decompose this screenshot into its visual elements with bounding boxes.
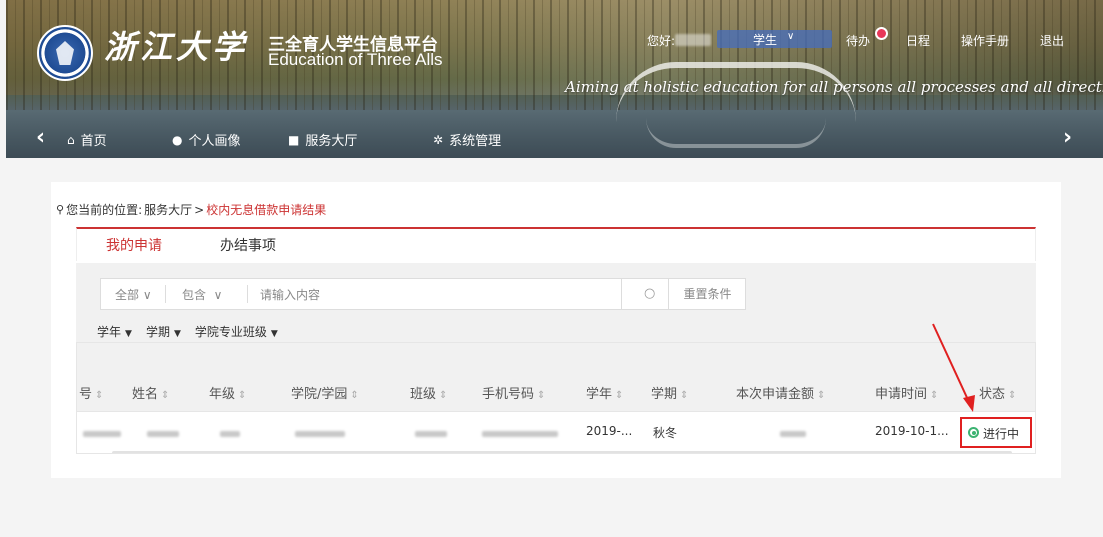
sort-icon: ⇕ — [680, 390, 689, 401]
col-amount[interactable]: 本次申请金额 ⇕ — [736, 383, 825, 402]
breadcrumb-prefix: 您当前的位置: — [66, 203, 143, 217]
user-icon: ● — [172, 132, 183, 147]
banner-slogan: Aiming at holistic education for all per… — [565, 78, 1103, 96]
divider — [621, 279, 622, 309]
filter-dropdowns: 学年 ▼ 学期 ▼ 学院专业班级 ▼ — [97, 323, 278, 340]
sort-icon: ⇕ — [238, 390, 247, 401]
tab-completed[interactable]: 办结事项 — [220, 235, 276, 255]
university-emblem-icon[interactable] — [37, 25, 93, 81]
tab-bar: 我的申请 办结事项 — [76, 227, 1036, 261]
col-phone[interactable]: 手机号码 ⇕ — [482, 383, 545, 402]
col-college[interactable]: 学院/学园 ⇕ — [291, 383, 359, 402]
cell-college-blurred — [295, 431, 345, 437]
nav-next-arrow-icon[interactable]: › — [1063, 125, 1072, 150]
col-id[interactable]: 号 ⇕ — [79, 383, 103, 402]
term-dropdown[interactable]: 学期 ▼ — [146, 323, 181, 340]
sort-icon: ⇕ — [439, 390, 448, 401]
location-pin-icon: ⚲ — [56, 203, 65, 216]
todo-link[interactable]: 待办 — [846, 32, 870, 49]
content-card: ⚲ 您当前的位置: 服务大厅 > 校内无息借款申请结果 我的申请 办结事项 全部… — [51, 182, 1061, 478]
scope-select[interactable]: 全部 ∨ — [115, 286, 152, 303]
col-name[interactable]: 姓名 ⇕ — [132, 383, 169, 402]
divider — [247, 285, 248, 303]
col-grade[interactable]: 年级 ⇕ — [209, 383, 246, 402]
chevron-down-icon[interactable]: ∨ — [787, 31, 794, 42]
nav-item-label: 服务大厅 — [305, 134, 358, 149]
nav-prev-arrow-icon[interactable]: ‹ — [36, 125, 45, 150]
match-select[interactable]: 包含 ∨ — [182, 286, 222, 303]
table-row[interactable]: 2019-... 秋冬 2019-10-1... 进行中 — [77, 411, 1035, 453]
col-year[interactable]: 学年 ⇕ — [586, 383, 623, 402]
sort-icon: ⇕ — [95, 390, 104, 401]
schedule-link[interactable]: 日程 — [906, 32, 930, 49]
cell-term: 秋冬 — [653, 426, 678, 440]
nav-item-service-hall[interactable]: ■ 服务大厅 — [288, 130, 358, 150]
platform-title-en: Education of Three Alls — [268, 50, 443, 69]
results-table: 号 ⇕ 姓名 ⇕ 年级 ⇕ 学院/学园 ⇕ 班级 ⇕ 手机号码 ⇕ 学年 ⇕ 学期 ⇕ 本次申请… — [76, 342, 1036, 454]
todo-badge-icon — [875, 27, 888, 40]
search-bar: 全部 ∨ 包含 ∨ 请输入内容 ○ 重置条件 — [100, 278, 746, 310]
caret-down-icon: ▼ — [173, 329, 181, 339]
breadcrumb: ⚲ 您当前的位置: 服务大厅 > 校内无息借款申请结果 — [56, 201, 326, 218]
table-header: 号 ⇕ 姓名 ⇕ 年级 ⇕ 学院/学园 ⇕ 班级 ⇕ 手机号码 ⇕ 学年 ⇕ 学期 ⇕ 本次申请… — [77, 343, 1035, 411]
gears-icon: ✲ — [433, 132, 444, 147]
user-name-blurred — [675, 34, 711, 46]
logout-link[interactable]: 退出 — [1040, 32, 1064, 49]
horizontal-scrollbar[interactable] — [112, 451, 1012, 453]
main-nav: ‹ ⌂ 首页 ● 个人画像 ■ 服务大厅 ✲ 系统管理 › — [6, 124, 1103, 158]
year-dropdown[interactable]: 学年 ▼ — [97, 323, 132, 340]
cell-grade-blurred — [220, 431, 240, 437]
greeting-label: 您好: — [647, 34, 676, 48]
nav-item-system[interactable]: ✲ 系统管理 — [433, 130, 502, 150]
nav-item-label: 系统管理 — [449, 134, 502, 149]
manual-link[interactable]: 操作手册 — [961, 32, 1009, 49]
sort-icon: ⇕ — [537, 390, 546, 401]
home-icon: ⌂ — [67, 132, 75, 147]
cell-name-blurred — [147, 431, 179, 437]
tab-my-applications[interactable]: 我的申请 — [106, 235, 162, 255]
cell-year: 2019-... — [586, 424, 633, 438]
caret-down-icon: ▼ — [270, 329, 278, 339]
role-label[interactable]: 学生 — [753, 31, 777, 48]
caret-down-icon: ▼ — [125, 329, 132, 339]
university-logo-text[interactable]: 浙江大学 — [104, 22, 248, 68]
sort-icon: ⇕ — [817, 390, 826, 401]
breadcrumb-separator: > — [194, 202, 205, 217]
sort-icon: ⇕ — [350, 390, 359, 401]
cell-class-blurred — [415, 431, 447, 437]
status-text: 进行中 — [983, 427, 1020, 441]
divider — [165, 285, 166, 303]
cell-id-blurred — [83, 431, 121, 437]
nav-item-label: 首页 — [80, 134, 107, 149]
search-icon[interactable]: ○ — [644, 286, 655, 301]
col-term[interactable]: 学期 ⇕ — [651, 383, 688, 402]
breadcrumb-current: 校内无息借款申请结果 — [206, 203, 327, 217]
breadcrumb-parent[interactable]: 服务大厅 — [144, 201, 192, 218]
annotation-arrow-icon — [932, 323, 975, 412]
sort-icon: ⇕ — [1008, 390, 1017, 401]
col-class[interactable]: 班级 ⇕ — [410, 383, 447, 402]
briefcase-icon: ■ — [288, 132, 300, 147]
college-dropdown[interactable]: 学院专业班级 ▼ — [195, 323, 278, 340]
nav-item-home[interactable]: ⌂ 首页 — [67, 130, 107, 150]
reset-button[interactable]: 重置条件 — [668, 279, 746, 309]
sort-icon: ⇕ — [615, 390, 624, 401]
sort-icon: ⇕ — [161, 390, 170, 401]
status-dot-icon — [968, 427, 979, 438]
nav-item-label: 个人画像 — [188, 134, 241, 149]
nav-item-profile[interactable]: ● 个人画像 — [172, 130, 241, 150]
cell-time: 2019-10-1... — [875, 424, 949, 438]
search-input[interactable]: 请输入内容 — [260, 286, 320, 303]
cell-phone-blurred — [482, 431, 558, 437]
status-cell: 进行中 — [960, 417, 1032, 448]
cell-amount-blurred — [780, 431, 806, 437]
